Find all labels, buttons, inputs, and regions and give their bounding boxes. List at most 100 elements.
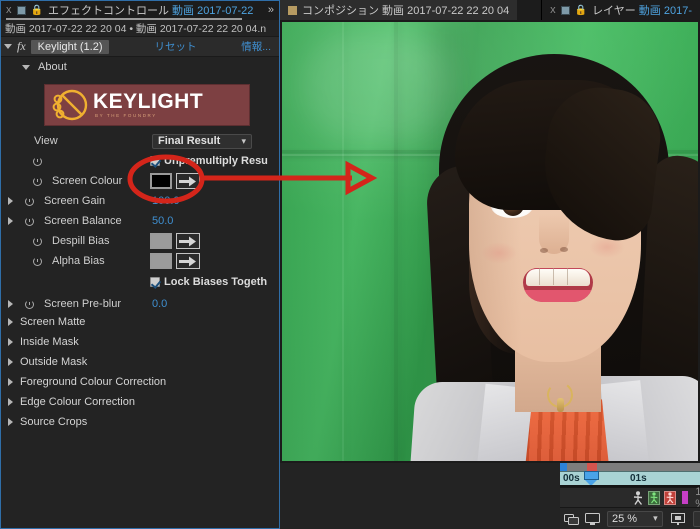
cheek-left bbox=[481, 242, 517, 264]
monitor-icon[interactable] bbox=[585, 512, 600, 526]
alpha-bias-swatch[interactable] bbox=[150, 253, 172, 269]
lock-icon[interactable]: 🔒 bbox=[31, 5, 43, 16]
about-button[interactable]: 情報... bbox=[241, 39, 271, 54]
unpremultiply-row: Unpremultiply Resu bbox=[0, 151, 280, 171]
section-label: Edge Colour Correction bbox=[20, 396, 135, 408]
walk-green-icon[interactable] bbox=[648, 490, 660, 505]
tab-layer[interactable]: x 🔒 レイヤー 動画 2017- bbox=[542, 0, 700, 20]
chevron-down-icon[interactable] bbox=[22, 64, 30, 70]
about-section-row[interactable]: About bbox=[0, 57, 279, 77]
section-label: Screen Matte bbox=[20, 316, 86, 328]
screen-preblur-row: Screen Pre-blur 0.0 bbox=[0, 294, 280, 314]
stopwatch-icon[interactable] bbox=[28, 236, 46, 246]
chevron-right-icon[interactable] bbox=[0, 318, 20, 326]
view-dropdown[interactable]: Final Result ▾ bbox=[152, 133, 252, 149]
section-inside-mask[interactable]: Inside Mask bbox=[0, 332, 280, 352]
region-of-interest-icon[interactable] bbox=[670, 512, 686, 526]
walk-icon[interactable] bbox=[632, 490, 644, 505]
effect-name-label[interactable]: Keylight (1.2) bbox=[30, 39, 110, 54]
checkbox-icon[interactable] bbox=[150, 277, 160, 287]
screen-balance-label: Screen Balance bbox=[44, 215, 122, 227]
nostril-left bbox=[540, 248, 548, 253]
tab-composition[interactable]: コンポジション 動画 2017-07-22 22 20 04 bbox=[280, 0, 518, 20]
section-foreground-colour-correction[interactable]: Foreground Colour Correction bbox=[0, 372, 280, 392]
chevron-down-icon: ▾ bbox=[653, 513, 658, 523]
checkbox-icon[interactable] bbox=[150, 156, 160, 166]
stopwatch-icon[interactable] bbox=[20, 196, 38, 206]
ruler-blue-marker bbox=[560, 463, 567, 471]
close-icon[interactable]: x bbox=[6, 4, 12, 16]
keylight-logo-subtext: BY THE FOUNDRY bbox=[95, 113, 157, 119]
stopwatch-icon[interactable] bbox=[20, 216, 38, 226]
current-time-field[interactable]: 0:00:01:11 bbox=[692, 510, 700, 527]
unpremultiply-label: Unpremultiply Resu bbox=[164, 155, 268, 167]
subject-person bbox=[407, 46, 698, 461]
stopwatch-icon[interactable] bbox=[28, 156, 46, 166]
fx-icon[interactable]: fx bbox=[17, 39, 26, 54]
eyedropper-icon[interactable] bbox=[176, 233, 200, 249]
screen-colour-swatch[interactable] bbox=[150, 173, 172, 189]
screen-gain-label: Screen Gain bbox=[44, 195, 106, 207]
screen-gain-value[interactable]: 100.0 bbox=[152, 195, 180, 207]
chevron-right-icon[interactable] bbox=[0, 378, 20, 386]
stopwatch-icon[interactable] bbox=[28, 176, 46, 186]
chevron-down-icon[interactable] bbox=[4, 44, 12, 49]
screen-colour-row: Screen Colour bbox=[0, 171, 280, 191]
reset-button[interactable]: リセット bbox=[154, 39, 196, 54]
viewer-toolbar-lower: 25 % ▾ 0:00:01:11 bbox=[560, 507, 700, 529]
chevron-right-icon[interactable] bbox=[0, 398, 20, 406]
current-time-indicator[interactable] bbox=[584, 471, 599, 486]
chevron-right-icon[interactable] bbox=[0, 197, 20, 205]
ruler-tick: 00s bbox=[563, 473, 580, 484]
magenta-swatch-icon[interactable] bbox=[682, 491, 689, 504]
section-label: Foreground Colour Correction bbox=[20, 376, 167, 388]
stopwatch-icon[interactable] bbox=[28, 256, 46, 266]
section-edge-colour-correction[interactable]: Edge Colour Correction bbox=[0, 392, 280, 412]
timeline-ruler[interactable]: 00s 01s 02s 03s 04s 05s bbox=[560, 463, 700, 490]
keylight-logo-banner: KEYLIGHT BY THE FOUNDRY bbox=[44, 84, 250, 126]
tab-composition-label: コンポジション 動画 2017-07-22 22 20 04 bbox=[302, 5, 510, 17]
composition-stage[interactable] bbox=[282, 22, 698, 461]
screen-preblur-value[interactable]: 0.0 bbox=[152, 298, 167, 310]
zoom-level-select[interactable]: 25 % ▾ bbox=[607, 510, 663, 527]
effect-controls-tab-label[interactable]: エフェクトコントロール 動画 2017-07-22 bbox=[48, 2, 253, 18]
after-effects-window: x 🔒 エフェクトコントロール 動画 2017-07-22 » 動画 2017-… bbox=[0, 0, 700, 529]
composition-viewer[interactable] bbox=[280, 20, 700, 463]
chevron-right-icon[interactable] bbox=[0, 358, 20, 366]
work-area-marker[interactable] bbox=[587, 463, 597, 471]
effect-header-keylight[interactable]: fx Keylight (1.2) リセット 情報... bbox=[0, 37, 279, 57]
ruler-work-area[interactable] bbox=[560, 463, 700, 471]
section-outside-mask[interactable]: Outside Mask bbox=[0, 352, 280, 372]
teeth-gap bbox=[539, 268, 540, 285]
chevron-right-icon[interactable] bbox=[0, 217, 20, 225]
despill-bias-swatch[interactable] bbox=[150, 233, 172, 249]
despill-bias-row: Despill Bias bbox=[0, 231, 280, 251]
section-source-crops[interactable]: Source Crops bbox=[0, 412, 280, 432]
ruler-tick: 01s bbox=[630, 473, 647, 484]
lock-icon[interactable]: 🔒 bbox=[575, 5, 587, 16]
chevron-down-icon: ▾ bbox=[241, 135, 246, 146]
stopwatch-icon[interactable] bbox=[20, 299, 38, 309]
tab-layer-label: レイヤー 動画 2017- bbox=[592, 5, 692, 17]
effect-controls-panel: x 🔒 エフェクトコントロール 動画 2017-07-22 » 動画 2017-… bbox=[0, 0, 280, 529]
screen-colour-label: Screen Colour bbox=[52, 175, 123, 187]
viewer-toolbar-upper: 100 % { 0:00:00:00 } 0:00:10:27 △ 0:00:1… bbox=[560, 486, 700, 510]
panel-overflow-icon[interactable]: » bbox=[268, 4, 274, 16]
mouth bbox=[523, 268, 593, 302]
screen-balance-value[interactable]: 50.0 bbox=[152, 215, 173, 227]
eyedropper-icon[interactable] bbox=[176, 173, 200, 189]
section-screen-matte[interactable]: Screen Matte bbox=[0, 312, 280, 332]
unpremultiply-checkbox[interactable]: Unpremultiply Resu bbox=[150, 155, 268, 167]
eyedropper-icon[interactable] bbox=[176, 253, 200, 269]
keylight-emblem-icon bbox=[52, 89, 88, 121]
chevron-right-icon[interactable] bbox=[0, 418, 20, 426]
resolution-label[interactable]: 100 % bbox=[695, 486, 700, 510]
section-label: Outside Mask bbox=[20, 356, 88, 368]
walk-red-icon[interactable] bbox=[664, 490, 676, 505]
always-preview-icon[interactable] bbox=[564, 512, 580, 526]
lock-biases-row: Lock Biases Togeth bbox=[0, 272, 280, 292]
chevron-right-icon[interactable] bbox=[0, 300, 20, 308]
close-icon[interactable]: x bbox=[550, 4, 556, 16]
lock-biases-checkbox[interactable]: Lock Biases Togeth bbox=[150, 276, 267, 288]
chevron-right-icon[interactable] bbox=[0, 338, 20, 346]
